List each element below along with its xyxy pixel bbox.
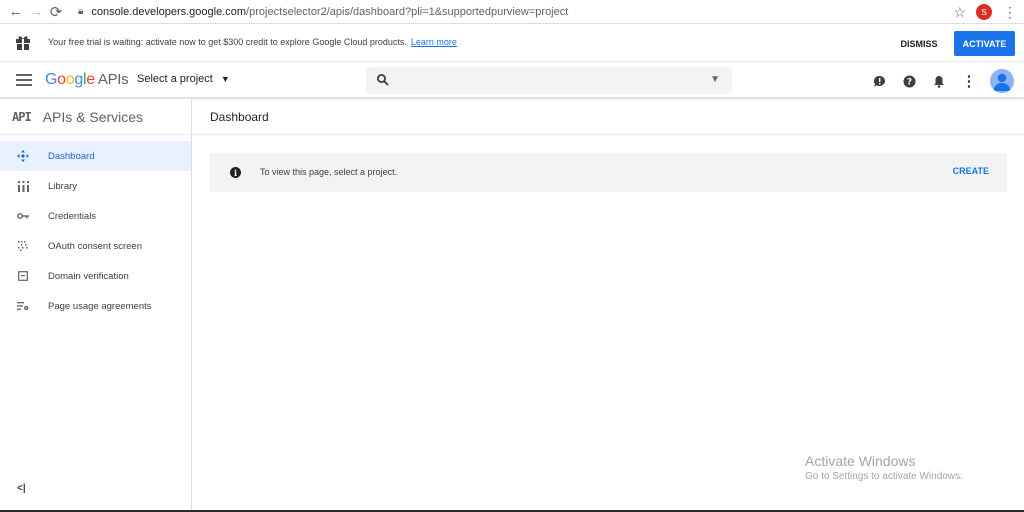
back-icon[interactable]: ← xyxy=(6,2,26,22)
main-header: Dashboard xyxy=(192,99,1024,135)
sidebar-item-dashboard[interactable]: Dashboard xyxy=(0,141,191,171)
search-bar[interactable]: ▼ xyxy=(366,67,732,94)
forward-icon[interactable]: → xyxy=(26,2,46,22)
trial-banner: Your free trial is waiting: activate now… xyxy=(0,25,1024,62)
browser-toolbar: ← → ⟳ 🔒︎ console.developers.google.com/p… xyxy=(0,0,1024,24)
help-icon[interactable]: ? xyxy=(894,69,924,93)
settings-list-icon xyxy=(15,301,31,311)
sidebar-title: APIs & Services xyxy=(42,108,144,125)
learn-more-link[interactable]: Learn more xyxy=(411,37,457,47)
lock-icon: 🔒︎ xyxy=(78,6,84,17)
sidebar-item-page-usage-agreements[interactable]: Page usage agreements xyxy=(0,291,191,321)
notifications-bell-icon[interactable] xyxy=(924,69,954,93)
sidebar-item-library[interactable]: Library xyxy=(0,171,191,201)
key-icon xyxy=(15,212,31,220)
logo-apis: APIs xyxy=(97,71,129,88)
caret-down-icon: ▼ xyxy=(220,74,230,84)
watermark-title: Activate Windows xyxy=(805,453,916,469)
sidebar-item-label: Dashboard xyxy=(48,150,95,162)
trial-message: Your free trial is waiting: activate now… xyxy=(48,37,457,47)
sidebar-item-label: Page usage agreements xyxy=(48,300,152,312)
google-apis-logo[interactable]: Google APIs xyxy=(45,71,129,89)
sidebar-item-oauth-consent-screen[interactable]: OAuth consent screen xyxy=(0,231,191,261)
dashboard-icon xyxy=(15,150,31,162)
project-selector-label: Select a project xyxy=(137,73,213,85)
notice-text: To view this page, select a project. xyxy=(260,167,398,177)
reload-icon[interactable]: ⟳ xyxy=(46,2,66,22)
page-title: Dashboard xyxy=(210,109,269,124)
bookmark-star-icon[interactable]: ☆ xyxy=(953,4,966,21)
logo-google: Google xyxy=(45,71,95,88)
gift-icon xyxy=(16,36,30,50)
dismiss-button[interactable]: DISMISS xyxy=(890,35,948,53)
more-options-icon[interactable]: ⋮ xyxy=(954,69,984,93)
domain-icon xyxy=(15,271,31,281)
svg-text:?: ? xyxy=(906,77,911,87)
sidebar-item-domain-verification[interactable]: Domain verification xyxy=(0,261,191,291)
account-avatar[interactable] xyxy=(990,69,1014,93)
select-project-notice: i To view this page, select a project. C… xyxy=(210,153,1007,192)
activate-windows-watermark: Activate Windows Go to Settings to activ… xyxy=(805,453,963,482)
api-badge-icon: API xyxy=(12,109,32,124)
project-selector[interactable]: Select a project ▼ xyxy=(137,73,230,85)
sidebar-item-credentials[interactable]: Credentials xyxy=(0,201,191,231)
sidebar: API APIs & Services Dashboard Library Cr… xyxy=(0,99,192,512)
address-bar[interactable]: 🔒︎ console.developers.google.com/project… xyxy=(78,6,938,18)
create-project-button[interactable]: CREATE xyxy=(953,166,989,176)
info-icon: i xyxy=(230,167,241,178)
menu-icon[interactable] xyxy=(16,74,32,86)
consent-icon xyxy=(15,241,31,251)
search-dropdown-icon[interactable]: ▼ xyxy=(710,74,720,85)
browser-menu-icon[interactable]: ⋮ xyxy=(1002,4,1018,21)
sidebar-item-label: Library xyxy=(48,180,78,192)
main-content: Dashboard i To view this page, select a … xyxy=(192,99,1024,512)
sidebar-header: API APIs & Services xyxy=(0,99,191,135)
app-header: Google APIs Select a project ▼ ▼ ? ⋮ xyxy=(0,62,1024,98)
url-path: /projectselector2/apis/dashboard?pli=1&s… xyxy=(246,5,569,18)
trial-message-text: Your free trial is waiting: activate now… xyxy=(48,37,407,47)
feedback-icon[interactable] xyxy=(864,69,894,93)
url-host: console.developers.google.com xyxy=(91,5,247,18)
sidebar-item-label: OAuth consent screen xyxy=(48,240,142,252)
browser-profile-avatar[interactable]: S xyxy=(976,4,992,20)
watermark-subtitle: Go to Settings to activate Windows. xyxy=(805,471,963,482)
activate-button[interactable]: ACTIVATE xyxy=(954,31,1015,56)
collapse-sidebar-icon[interactable]: <| xyxy=(17,483,26,494)
search-icon xyxy=(377,74,389,86)
library-icon xyxy=(15,180,31,192)
sidebar-item-label: Credentials xyxy=(48,210,97,222)
sidebar-item-label: Domain verification xyxy=(48,270,129,282)
